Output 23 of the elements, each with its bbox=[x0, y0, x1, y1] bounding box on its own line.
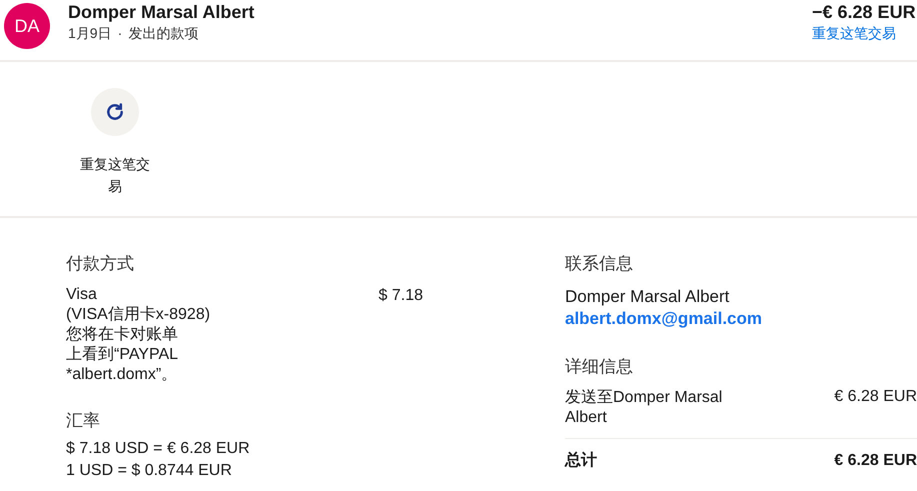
section-title: 汇率 bbox=[66, 410, 101, 432]
email-link[interactable]: albert.domx@gmail.com bbox=[565, 309, 917, 329]
exchange-rate: $ 7.18 USD = € 6.28 EUR bbox=[66, 439, 251, 459]
section-title: 详细信息 bbox=[565, 356, 634, 378]
section-title: 联系信息 bbox=[565, 253, 634, 275]
total-amount: € 6.28 EUR bbox=[834, 452, 917, 470]
repeat-action[interactable]: 重复这笔交易 bbox=[75, 88, 155, 216]
section-title: 付款方式 bbox=[66, 253, 135, 275]
payment-method: Visa (VISA信用卡x-8928) 您将在卡对账单 上看到“PAYPAL *albert.domx”。 bbox=[66, 285, 210, 385]
repeat-link[interactable]: 重复这笔交易 bbox=[812, 25, 917, 43]
exchange-rate: 1 USD = $ 0.8744 EUR bbox=[66, 461, 233, 481]
detail-amount: € 6.28 EUR bbox=[834, 388, 917, 406]
separator: · bbox=[118, 25, 122, 43]
payee-name: Domper Marsal Albert bbox=[68, 2, 256, 22]
transaction-type: 发出的款项 bbox=[128, 25, 198, 43]
avatar: DA bbox=[4, 3, 50, 49]
contact-name: Domper Marsal Albert bbox=[565, 286, 730, 308]
total-label: 总计 bbox=[565, 451, 598, 471]
transaction-date: 1月9日 bbox=[68, 25, 112, 43]
detail-label: 发送至Domper Marsal Albert bbox=[565, 388, 724, 428]
refresh-icon bbox=[105, 102, 125, 122]
transaction-amount: −€ 6.28 EUR bbox=[812, 2, 917, 22]
payment-amount: $ 7.18 bbox=[378, 287, 423, 306]
